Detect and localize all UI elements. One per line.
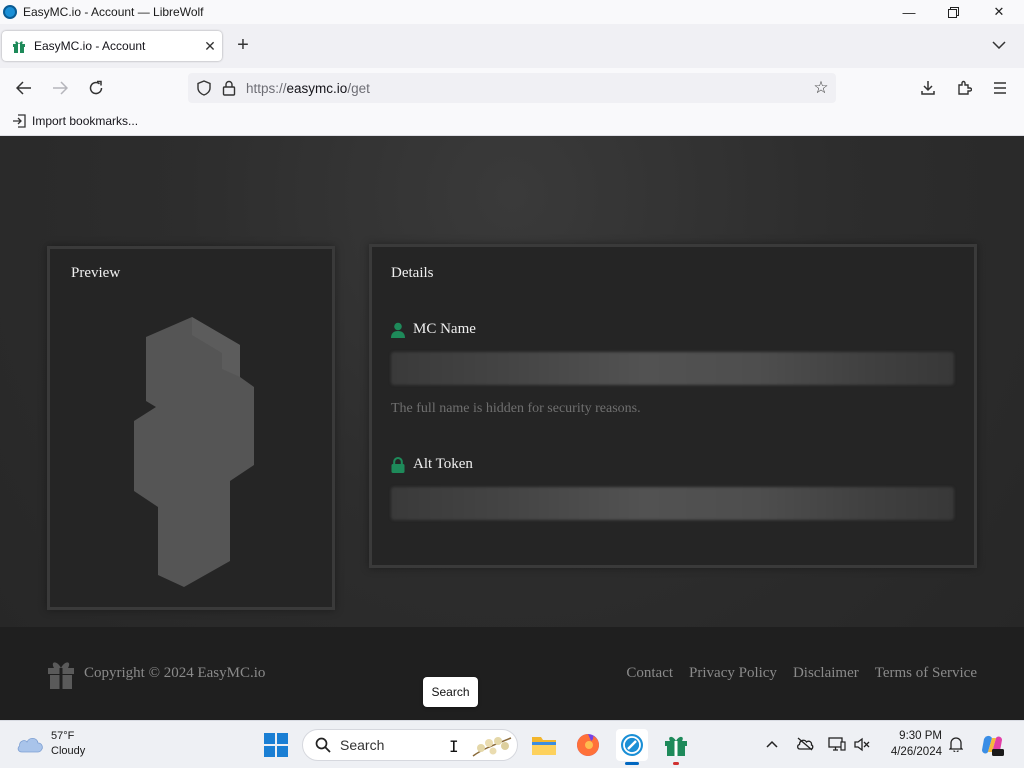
window-title: EasyMC.io - Account — LibreWolf	[23, 5, 204, 19]
weather-widget[interactable]: 57°F Cloudy	[16, 729, 85, 759]
chevron-up-icon	[766, 740, 778, 748]
import-bookmarks-item[interactable]: Import bookmarks...	[12, 114, 138, 128]
details-title: Details	[391, 265, 434, 281]
lock-icon[interactable]	[222, 80, 236, 96]
cloud-offline-icon	[797, 737, 814, 751]
page-footer: Copyright © 2024 EasyMC.io Contact Priva…	[0, 627, 1024, 720]
reload-button[interactable]	[84, 76, 108, 100]
app-alert-indicator	[673, 762, 679, 765]
weather-description: Cloudy	[51, 745, 86, 757]
gift-logo-icon	[48, 662, 74, 689]
windows-start-icon[interactable]	[264, 733, 288, 757]
bookmarks-toolbar: Import bookmarks...	[0, 108, 1024, 136]
url-text[interactable]: https://easymc.io/get	[246, 81, 806, 96]
copilot-button[interactable]	[980, 733, 1004, 760]
navigation-bar: https://easymc.io/get ☆	[0, 68, 1024, 108]
preview-title: Preview	[71, 265, 121, 281]
window-title-bar: EasyMC.io - Account — LibreWolf — ✕	[0, 0, 1024, 24]
tab-strip: EasyMC.io - Account ✕ +	[0, 24, 1024, 68]
download-icon	[921, 81, 935, 95]
privacy-policy-link[interactable]: Privacy Policy	[689, 665, 777, 682]
hamburger-menu-icon	[994, 82, 1006, 94]
disclaimer-link[interactable]: Disclaimer	[793, 665, 859, 682]
forward-arrow-icon	[53, 81, 68, 95]
librewolf-icon	[3, 5, 17, 19]
url-bar[interactable]: https://easymc.io/get ☆	[188, 73, 836, 103]
speaker-muted-icon	[854, 737, 870, 752]
back-arrow-icon	[16, 81, 31, 95]
cloud-icon	[17, 737, 43, 753]
taskbar-firefox[interactable]	[572, 729, 604, 761]
network-icon	[828, 737, 846, 751]
minimize-button[interactable]: —	[886, 0, 932, 24]
list-all-tabs-button[interactable]	[992, 36, 1006, 52]
windows-taskbar: 57°F Cloudy Search I 9:30 PM 4/26/2024	[0, 720, 1024, 768]
back-button[interactable]	[12, 76, 36, 100]
chevron-down-icon	[992, 41, 1006, 50]
onedrive-status[interactable]	[796, 737, 814, 754]
import-icon	[13, 114, 26, 128]
tab-label: EasyMC.io - Account	[34, 39, 146, 53]
taskbar-file-explorer[interactable]	[528, 729, 560, 761]
lock-icon	[391, 456, 405, 473]
librewolf-icon	[621, 734, 643, 756]
forward-button[interactable]	[48, 76, 72, 100]
mc-name-help-text: The full name is hidden for security rea…	[391, 401, 641, 416]
preview-card: Preview	[47, 246, 335, 610]
restore-button[interactable]	[930, 0, 976, 24]
alt-token-hidden-field	[391, 487, 954, 520]
weather-temperature: 57°F	[51, 730, 75, 742]
taskbar-easymc-app[interactable]	[660, 729, 692, 765]
show-hidden-icons-button[interactable]	[766, 735, 778, 751]
skin-preview-image	[134, 317, 254, 587]
copyright-text: Copyright © 2024 EasyMC.io	[84, 665, 266, 681]
shield-icon[interactable]	[196, 80, 212, 96]
search-tooltip: Search	[423, 677, 478, 707]
bookmark-star-icon[interactable]: ☆	[806, 78, 836, 98]
terms-of-service-link[interactable]: Terms of Service	[875, 665, 977, 682]
search-icon	[315, 737, 331, 753]
volume-status[interactable]	[854, 737, 870, 755]
text-cursor-icon: I	[449, 737, 459, 756]
copilot-icon	[982, 735, 1004, 756]
close-window-button[interactable]: ✕	[976, 0, 1022, 24]
bell-icon	[948, 737, 964, 754]
alt-token-label: Alt Token	[391, 456, 473, 473]
clock-date: 4/26/2024	[890, 746, 942, 758]
mc-name-label: MC Name	[391, 321, 476, 338]
tab-easymc-account[interactable]: EasyMC.io - Account ✕	[2, 31, 222, 61]
puzzle-icon	[958, 80, 972, 95]
app-menu-button[interactable]	[988, 76, 1012, 100]
active-app-indicator	[625, 762, 639, 765]
page-content: Preview Details MC Name The full name is…	[0, 136, 1024, 720]
gift-favicon-icon	[13, 41, 25, 53]
search-label: Search	[340, 737, 385, 753]
mc-name-hidden-field	[391, 352, 954, 385]
taskbar-search-box[interactable]: Search	[302, 729, 518, 761]
tab-close-icon[interactable]: ✕	[198, 38, 222, 55]
folder-icon	[532, 737, 556, 755]
user-icon	[391, 322, 405, 338]
gift-icon	[665, 736, 687, 756]
firefox-icon	[577, 734, 599, 756]
extensions-button[interactable]	[952, 76, 976, 100]
notifications-button[interactable]	[948, 736, 964, 755]
clock-time: 9:30 PM	[899, 730, 942, 742]
import-bookmarks-label: Import bookmarks...	[32, 114, 139, 128]
footer-links: Contact Privacy Policy Disclaimer Terms …	[626, 665, 977, 682]
details-card: Details MC Name The full name is hidden …	[369, 244, 977, 568]
new-tab-button[interactable]: +	[232, 35, 254, 55]
taskbar-clock[interactable]: 9:30 PM 4/26/2024	[880, 728, 942, 760]
network-status[interactable]	[828, 737, 846, 755]
downloads-button[interactable]	[916, 76, 940, 100]
taskbar-librewolf[interactable]	[616, 729, 648, 765]
search-highlight-flowers-icon	[472, 737, 512, 757]
reload-icon	[89, 80, 103, 95]
contact-link[interactable]: Contact	[626, 665, 673, 682]
restore-icon	[947, 6, 959, 18]
